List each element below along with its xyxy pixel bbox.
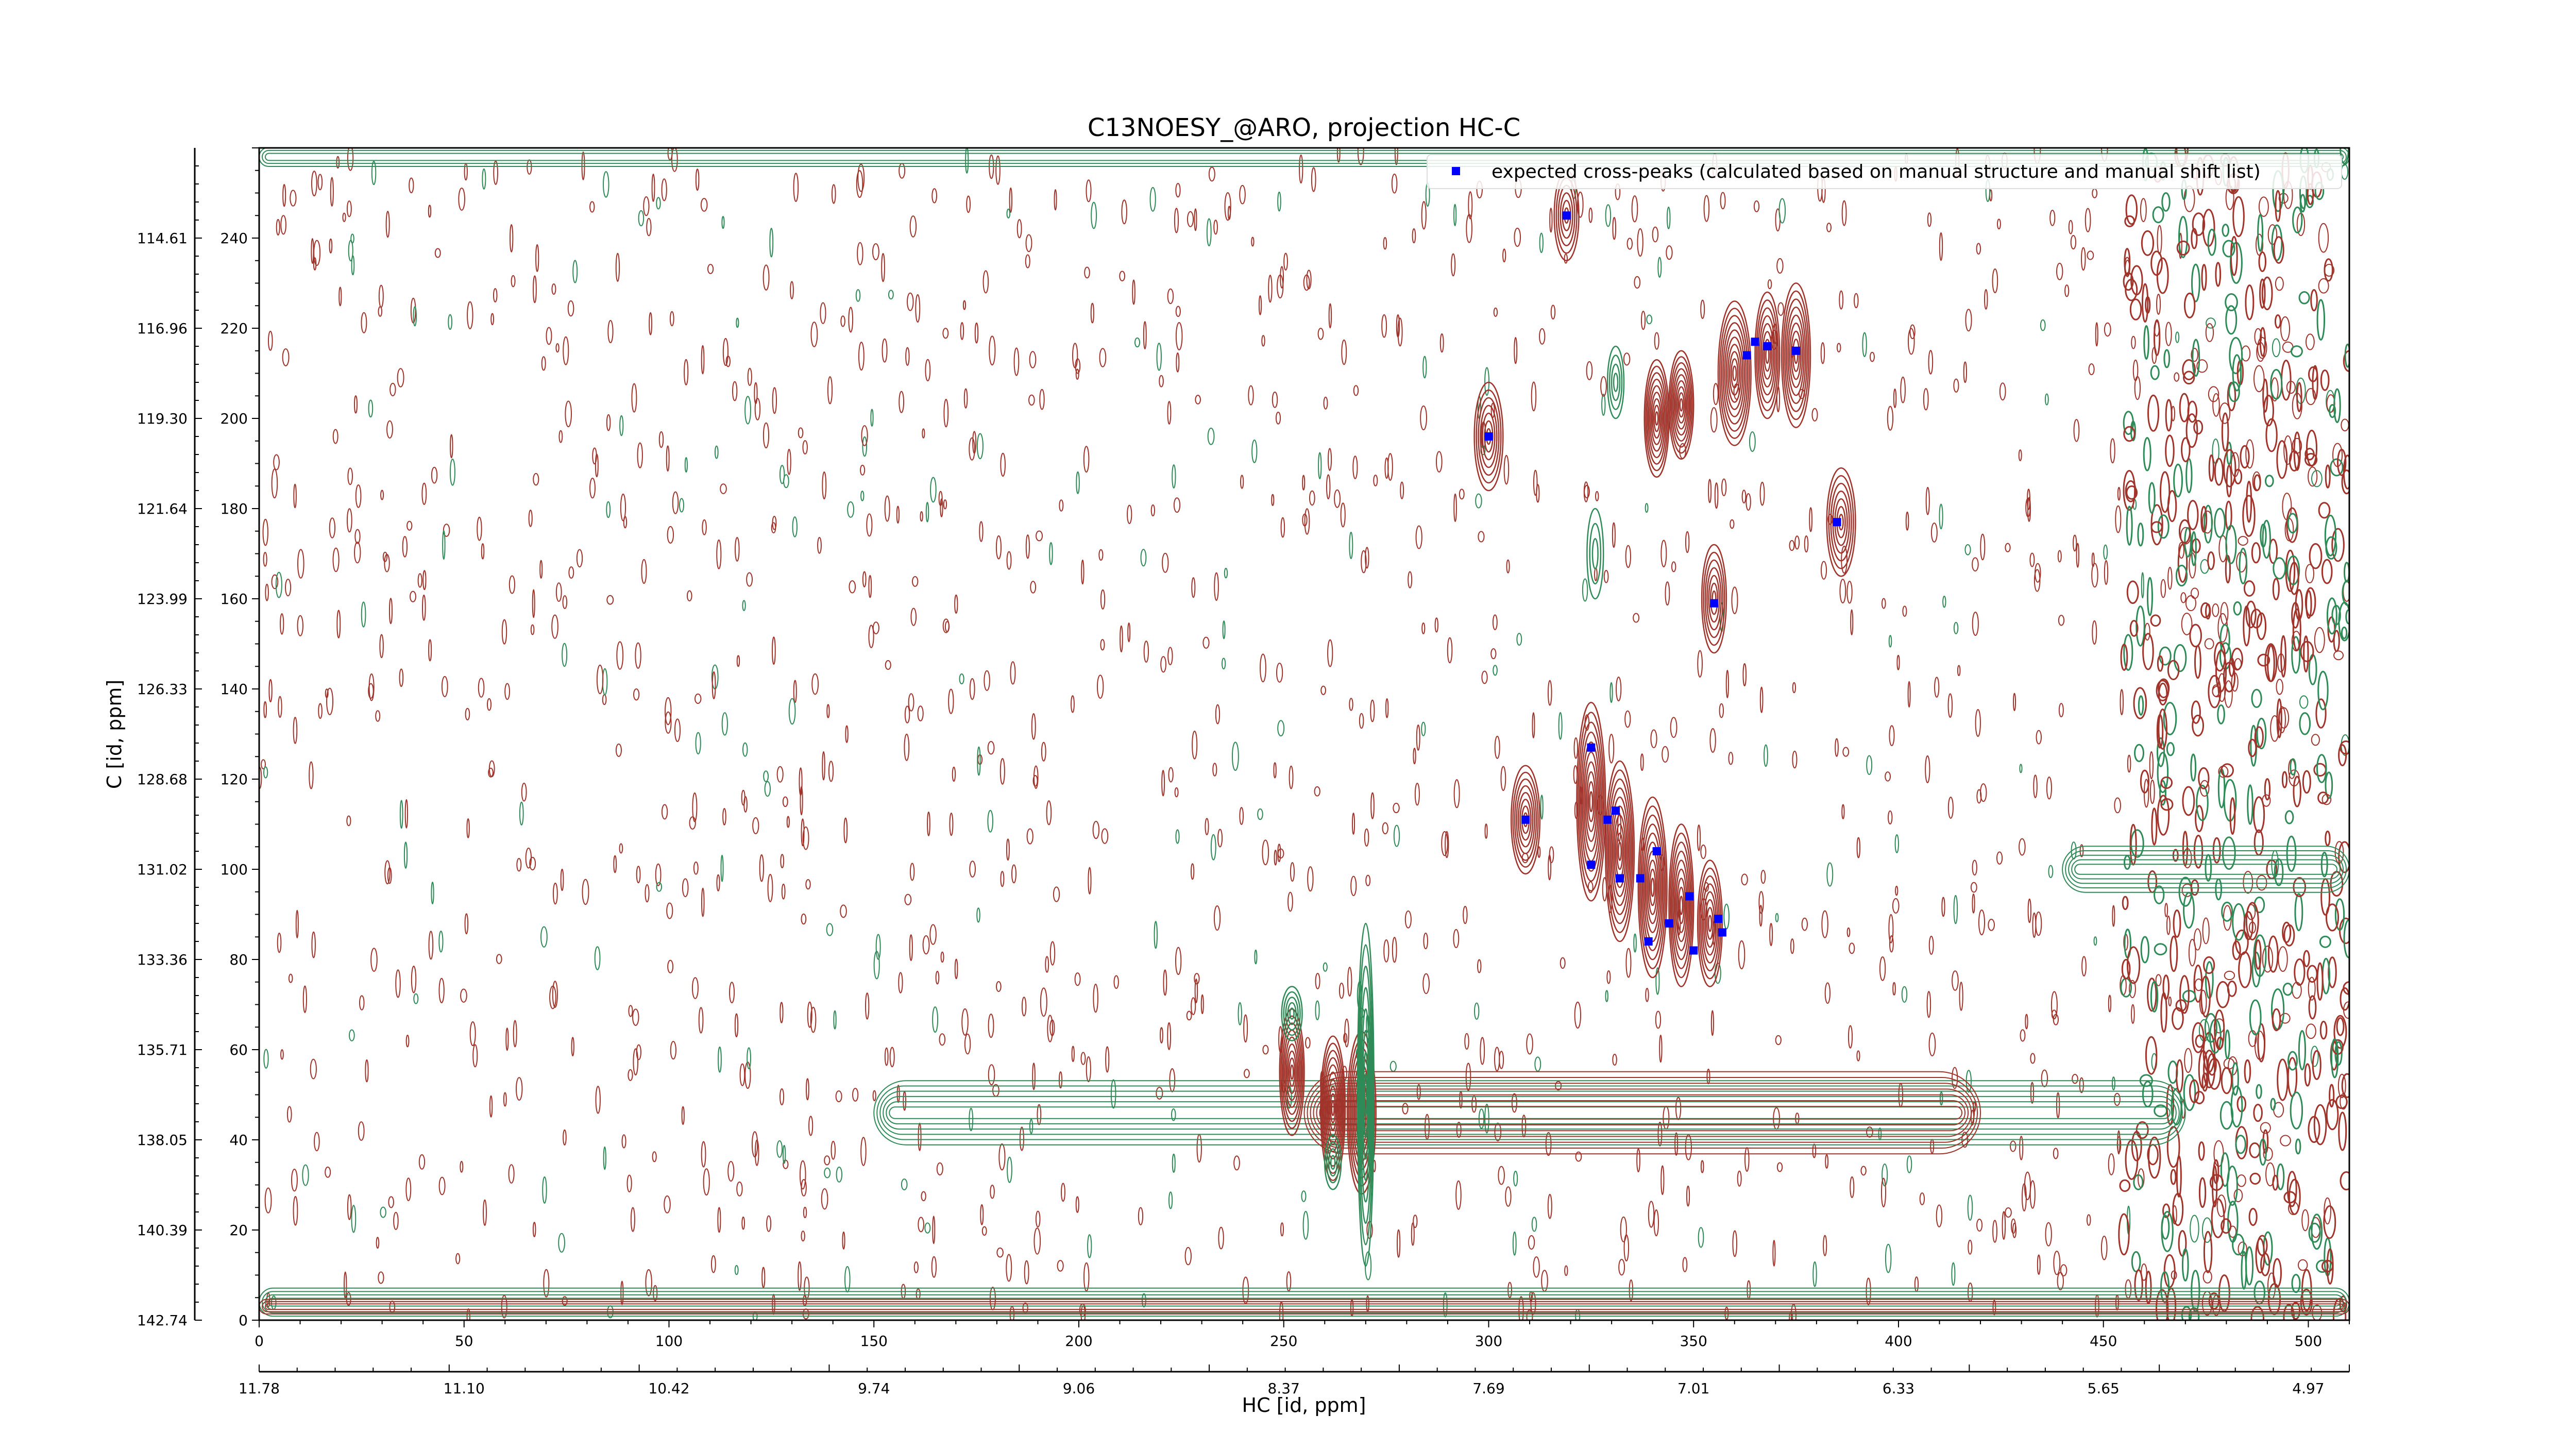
- y-tick-label: 180: [221, 500, 248, 517]
- expected-cross-peak-marker: [1718, 928, 1726, 937]
- y-ppm-tick-label: 131.02: [137, 861, 188, 878]
- x-ppm-tick-label: 9.74: [858, 1380, 890, 1397]
- expected-cross-peak-marker: [1685, 892, 1694, 901]
- y-tick-label: 220: [221, 320, 248, 337]
- x-ppm-tick-label: 4.97: [2292, 1380, 2324, 1397]
- x-tick-label: 100: [655, 1333, 683, 1350]
- y-axis-label: C [id, ppm]: [103, 680, 126, 789]
- x-tick-label: 400: [1885, 1333, 1912, 1350]
- x-tick-label: 50: [455, 1333, 473, 1350]
- y-tick-label: 0: [239, 1312, 248, 1329]
- x-tick-label: 200: [1065, 1333, 1092, 1350]
- y-ppm-tick-label: 121.64: [137, 500, 188, 517]
- y-ppm-tick-label: 114.61: [137, 230, 188, 247]
- y-ppm-tick-label: 142.74: [137, 1312, 188, 1329]
- y-axis-ppm: 142.74 140.39 138.05 135.71 133.36 131.02 128.…: [137, 148, 202, 1329]
- expected-cross-peak-marker: [1652, 847, 1661, 855]
- expected-cross-peak-marker: [1833, 518, 1841, 527]
- x-ppm-tick-label: 9.06: [1063, 1380, 1095, 1397]
- expected-cross-peak-marker: [1709, 599, 1718, 608]
- y-ppm-tick-label: 133.36: [137, 951, 188, 968]
- y-tick-label: 200: [221, 410, 248, 427]
- expected-cross-peak-marker: [1603, 815, 1612, 824]
- y-tick-label: 60: [229, 1041, 248, 1058]
- x-tick-label: 300: [1475, 1333, 1502, 1350]
- x-axis: 0 50 100 150 200 250 300 350 400 450 500: [255, 1320, 2350, 1350]
- x-ppm-tick-label: 7.69: [1472, 1380, 1504, 1397]
- legend: expected cross-peaks (calculated based o…: [1427, 154, 2342, 189]
- chart-figure: C13NOESY_@ARO, projection HC-C 0 50 100 150…: [103, 113, 2350, 1417]
- x-tick-label: 350: [1680, 1333, 1707, 1350]
- expected-cross-peak-marker: [1562, 211, 1571, 220]
- expected-cross-peak-marker: [1616, 874, 1624, 883]
- expected-cross-peak-marker: [1792, 346, 1801, 355]
- x-ppm-tick-label: 7.01: [1677, 1380, 1709, 1397]
- chart-title: C13NOESY_@ARO, projection HC-C: [1088, 113, 1520, 142]
- y-ppm-tick-label: 140.39: [137, 1222, 188, 1239]
- plot-area: [259, 148, 2349, 1320]
- y-axis: 0 20 40 60 80 100 120 140 160 180 200 220 240: [221, 147, 259, 1329]
- y-ppm-tick-label: 138.05: [137, 1132, 188, 1149]
- y-ppm-tick-label: 126.33: [137, 681, 188, 698]
- x-ppm-tick-label: 5.65: [2088, 1380, 2120, 1397]
- expected-cross-peak-marker: [1763, 342, 1772, 350]
- x-ppm-tick-label: 6.33: [1883, 1380, 1914, 1397]
- x-tick-label: 150: [860, 1333, 888, 1350]
- expected-cross-peak-marker: [1612, 806, 1620, 815]
- x-axis-ppm: 11.78 11.10 10.42 9.74 9.06 8.37 7.69 7.01 6.33 5…: [239, 1364, 2350, 1397]
- legend-label: expected cross-peaks (calculated based o…: [1492, 161, 2261, 182]
- y-ppm-tick-label: 123.99: [137, 591, 188, 608]
- x-ppm-tick-label: 11.10: [444, 1380, 485, 1397]
- expected-cross-peak-marker: [1751, 338, 1759, 346]
- y-tick-label: 240: [221, 230, 248, 247]
- y-ppm-tick-label: 135.71: [137, 1041, 188, 1058]
- y-ppm-tick-label: 119.30: [137, 410, 188, 427]
- y-tick-label: 100: [221, 861, 248, 878]
- expected-cross-peak-marker: [1636, 874, 1645, 883]
- y-tick-label: 140: [221, 681, 248, 698]
- expected-cross-peak-marker: [1665, 919, 1673, 928]
- y-ppm-tick-label: 116.96: [137, 320, 188, 337]
- x-tick-label: 0: [255, 1333, 264, 1350]
- expected-cross-peak-marker: [1714, 915, 1722, 923]
- expected-cross-peak-marker: [1521, 815, 1530, 824]
- y-tick-label: 40: [229, 1132, 248, 1149]
- expected-cross-peak-marker: [1484, 432, 1493, 441]
- y-tick-label: 120: [221, 771, 248, 788]
- x-ppm-tick-label: 11.78: [239, 1380, 280, 1397]
- y-tick-label: 160: [221, 591, 248, 608]
- expected-cross-peak-marker: [1644, 937, 1653, 946]
- x-tick-label: 250: [1270, 1333, 1297, 1350]
- legend-marker: [1452, 167, 1460, 175]
- x-axis-label: HC [id, ppm]: [1242, 1394, 1366, 1417]
- expected-cross-peak-marker: [1587, 743, 1596, 752]
- y-ppm-tick-label: 128.68: [137, 771, 188, 788]
- expected-cross-peak-marker: [1689, 946, 1698, 955]
- x-ppm-tick-label: 10.42: [648, 1380, 689, 1397]
- expected-cross-peak-marker: [1742, 351, 1751, 360]
- y-tick-label: 20: [229, 1222, 248, 1239]
- expected-cross-peak-marker: [1587, 861, 1596, 869]
- x-tick-label: 500: [2295, 1333, 2322, 1350]
- x-tick-label: 450: [2090, 1333, 2117, 1350]
- y-tick-label: 80: [229, 951, 248, 968]
